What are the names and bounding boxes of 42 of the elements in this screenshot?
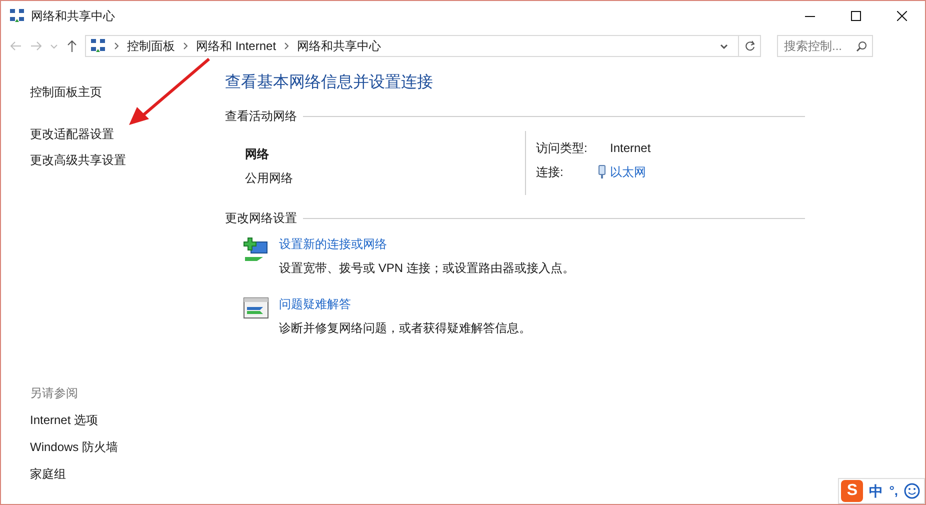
breadcrumb[interactable]: 控制面板 [127,37,175,55]
input-mode[interactable]: 中 [869,480,884,502]
see-also-link[interactable]: Windows 防火墙 [30,438,225,456]
see-also-link[interactable]: 家庭组 [30,465,225,483]
chevron-icon [183,42,188,50]
task-description: 诊断并修复网络问题，或者获得疑难解答信息。 [279,320,531,337]
page-heading: 查看基本网络信息并设置连接 [225,72,434,93]
see-also-link[interactable]: Internet 选项 [30,411,225,429]
address-bar[interactable]: 控制面板 网络和 Internet 网络和共享中心 [85,35,761,57]
section-heading: 查看活动网络 [225,108,297,125]
search-field[interactable]: 搜索控制... [777,35,873,57]
emoji-icon[interactable] [904,483,920,499]
monitor-icon [243,297,269,321]
sidebar-link[interactable]: 控制面板主页 [30,83,225,101]
info-label: 访问类型: [536,140,588,157]
maximize-icon [851,11,861,21]
task-description: 设置宽带、拨号或 VPN 连接；或设置路由器或接入点。 [279,260,574,277]
network-name: 网络 [245,146,270,163]
network-category: 公用网络 [245,170,294,187]
up-icon[interactable] [65,39,79,53]
window-title: 网络和共享中心 [31,8,115,25]
connection-link[interactable]: 以太网 [610,163,646,181]
section-heading: 更改网络设置 [225,210,297,227]
chevron-icon [114,42,119,50]
info-label: 连接: [536,164,564,181]
task-link[interactable]: 设置新的连接或网络 [279,235,574,253]
breadcrumb[interactable]: 网络和 Internet [196,37,276,55]
chevron-icon [284,42,290,50]
close-icon [897,11,907,21]
see-also-heading: 另请参阅 [30,385,79,402]
network-plus-icon [243,237,269,263]
network-icon [9,8,25,24]
info-value: Internet [610,140,651,157]
breadcrumb[interactable]: 网络和共享中心 [297,37,382,55]
punctuation-mode[interactable]: °, [889,481,898,501]
search-icon [856,41,867,52]
task-link[interactable]: 问题疑难解答 [279,295,531,313]
network-icon [90,38,106,54]
refresh-icon [744,40,756,52]
ethernet-icon [598,165,606,179]
sidebar-link[interactable]: 更改高级共享设置 [30,151,225,169]
sidebar-link[interactable]: 更改适配器设置 [30,125,225,143]
